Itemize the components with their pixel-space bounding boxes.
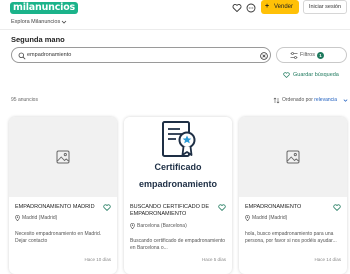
certificate-icon bbox=[162, 121, 196, 157]
listing-card[interactable]: Certificado empadronamiento BUSCANDO CER… bbox=[124, 117, 232, 274]
listing-location-text: Madrid (Madrid) bbox=[252, 215, 288, 221]
image-placeholder-icon bbox=[56, 150, 70, 164]
save-search-heart-icon[interactable] bbox=[283, 72, 290, 78]
filter-icon bbox=[290, 52, 298, 59]
favorite-heart-icon[interactable] bbox=[333, 204, 341, 211]
sell-button[interactable]: + Vender bbox=[261, 0, 299, 14]
listing-title[interactable]: BUSCANDO CERTIFICADO DE EMPADRONAMIENTO bbox=[130, 204, 214, 218]
listing-image[interactable] bbox=[9, 117, 117, 197]
image-placeholder-icon bbox=[286, 150, 300, 164]
chevron-down-icon[interactable] bbox=[61, 19, 67, 25]
page-title: Segunda mano bbox=[11, 35, 65, 44]
listing-description: Buscando certificado de empadronamiento … bbox=[130, 238, 226, 251]
plus-icon: + bbox=[265, 3, 270, 10]
listing-location-text: Barcelona (Barcelona) bbox=[137, 223, 187, 229]
results-count: 95 anuncios bbox=[11, 97, 38, 103]
sell-button-label: Vender bbox=[274, 4, 294, 10]
listing-description: Necesito empadronamiento en Madrid. Deja… bbox=[15, 231, 102, 244]
sort-value: relevancia bbox=[314, 97, 338, 103]
listing-card[interactable]: EMPADRONAMIENTO MADRID Madrid (Madrid) N… bbox=[9, 117, 117, 274]
sort-icon bbox=[273, 97, 280, 104]
location-pin-icon bbox=[130, 223, 135, 229]
listing-location-text: Madrid (Madrid) bbox=[22, 215, 58, 221]
listing-image[interactable] bbox=[239, 117, 347, 197]
listing-card[interactable]: EMPADRONAMIENTO Madrid (Madrid) hola, bu… bbox=[239, 117, 347, 274]
search-input[interactable]: empadronamiento bbox=[11, 47, 271, 63]
filters-button[interactable]: Filtros 1 bbox=[276, 47, 347, 63]
header-divider bbox=[0, 29, 350, 30]
clear-search-icon[interactable] bbox=[260, 51, 268, 60]
listing-title[interactable]: EMPADRONAMIENTO MADRID bbox=[15, 204, 99, 211]
favorite-heart-icon[interactable] bbox=[103, 204, 111, 211]
location-pin-icon bbox=[15, 215, 20, 221]
listing-time: Hace 14 días bbox=[314, 257, 341, 262]
image-caption-line-1: Certificado bbox=[154, 162, 202, 172]
listing-description: hola, busco empadronamiento para una per… bbox=[245, 231, 337, 244]
milanuncios-logo[interactable]: milanuncios bbox=[10, 2, 78, 14]
favorites-heart-icon[interactable] bbox=[232, 3, 242, 13]
save-search-link[interactable]: Guardar búsqueda bbox=[293, 72, 339, 78]
chevron-down-icon bbox=[343, 99, 348, 102]
listing-time: Hace 10 días bbox=[84, 257, 111, 262]
listing-image[interactable]: Certificado empadronamiento bbox=[124, 117, 232, 197]
sort-text: Ordenado por relevancia bbox=[282, 97, 337, 103]
location-pin-icon bbox=[245, 215, 250, 221]
search-input-value: empadronamiento bbox=[27, 52, 72, 58]
filters-label: Filtros bbox=[300, 52, 315, 58]
filters-count-badge: 1 bbox=[317, 51, 324, 59]
login-button[interactable]: Iniciar sesión bbox=[303, 0, 347, 14]
explore-menu[interactable]: Explora Milanuncios bbox=[11, 19, 60, 25]
image-caption-line-2: empadronamiento bbox=[138, 179, 217, 189]
listing-title[interactable]: EMPADRONAMIENTO bbox=[245, 204, 329, 211]
search-icon bbox=[18, 52, 26, 59]
sort-label: Ordenado por bbox=[282, 97, 313, 103]
chat-icon[interactable] bbox=[246, 3, 256, 13]
favorite-heart-icon[interactable] bbox=[218, 204, 226, 211]
top-header: milanuncios + Vender Iniciar sesión bbox=[0, 0, 350, 16]
listing-time: Hace 5 días bbox=[201, 257, 226, 262]
